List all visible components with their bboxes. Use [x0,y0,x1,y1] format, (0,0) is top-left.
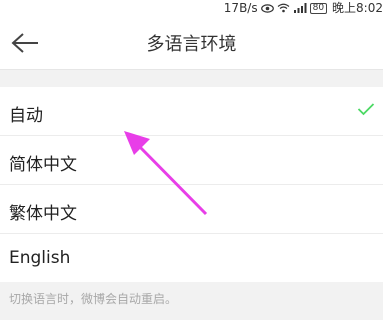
screen: 17B/s 80 晚上8:02 多语言环境 自动 简体中文 繁体中文 Engli… [0,0,383,320]
header: 多语言环境 [0,16,383,70]
status-bar: 17B/s 80 晚上8:02 [0,0,383,16]
language-option-simplified-chinese[interactable]: 简体中文 [0,136,383,185]
clock: 晚上8:02 [332,1,383,15]
eye-icon [260,3,274,13]
battery-icon: 80 [309,2,328,14]
signal-icon [293,3,307,13]
language-list: 自动 简体中文 繁体中文 English [0,87,383,282]
page-title: 多语言环境 [146,34,237,55]
language-option-auto[interactable]: 自动 [0,87,383,136]
language-label: English [9,248,71,268]
network-speed: 17B/s [223,1,258,15]
status-bar-right: 17B/s 80 晚上8:02 [224,0,383,16]
language-option-traditional-chinese[interactable]: 繁体中文 [0,185,383,234]
language-option-english[interactable]: English [0,234,383,282]
wifi-icon [277,3,290,13]
check-icon [357,101,375,120]
language-label: 繁体中文 [9,204,77,224]
language-label: 自动 [9,106,43,126]
restart-hint: 切换语言时，微博会自动重启。 [9,292,178,306]
language-label: 简体中文 [9,155,77,175]
